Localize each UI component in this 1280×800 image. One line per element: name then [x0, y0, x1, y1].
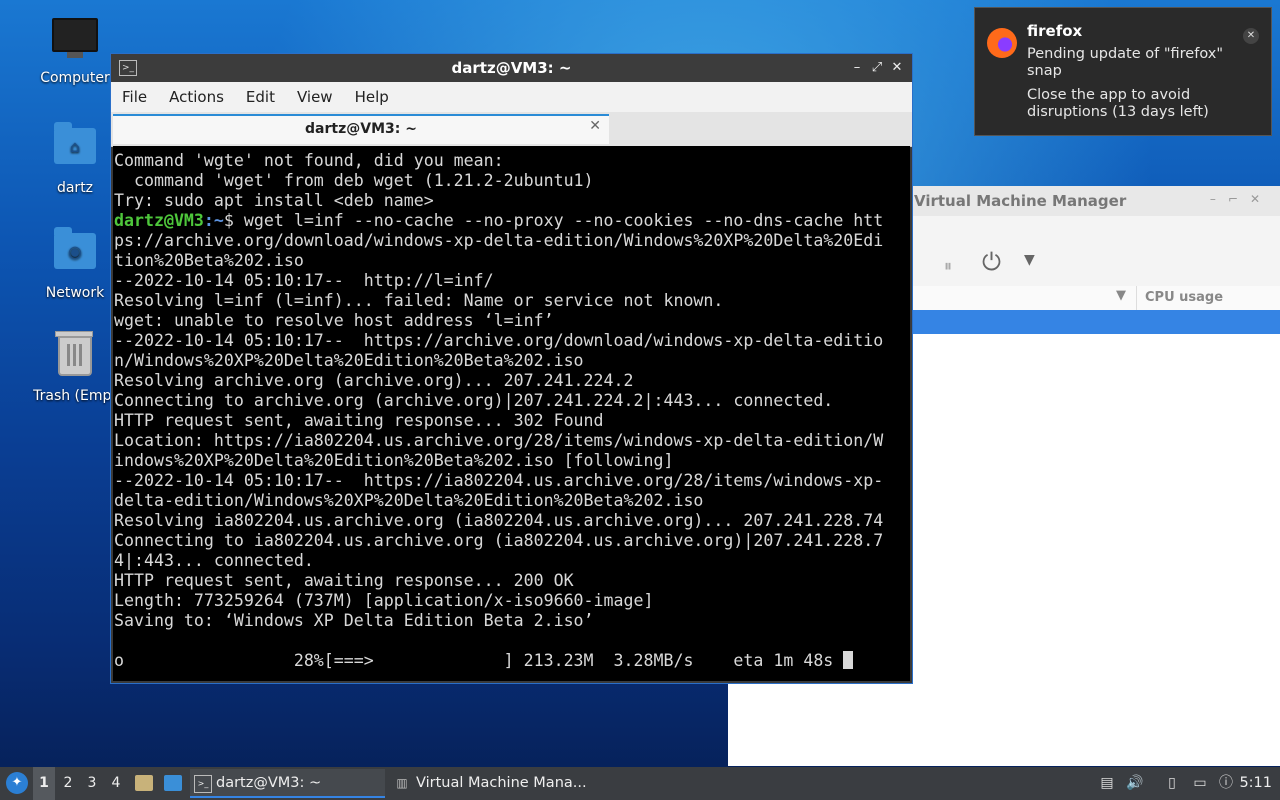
terminal-window[interactable]: >_ dartz@VM3: ~ – ⤢ ✕ File Actions Edit Vie… — [110, 53, 913, 684]
close-icon[interactable]: ✕ — [888, 59, 906, 77]
menu-view[interactable]: View — [286, 82, 344, 112]
menu-edit[interactable]: Edit — [235, 82, 286, 112]
vmm-window-controls[interactable]: –⌐✕ — [1210, 192, 1272, 206]
firefox-icon — [987, 28, 1017, 58]
workspace-1[interactable]: 1 — [33, 767, 55, 800]
terminal-line: --2022-10-14 05:10:17-- https://archive.… — [114, 331, 884, 350]
terminal-tab[interactable]: dartz@VM3: ~ ✕ — [113, 114, 609, 144]
menu-help[interactable]: Help — [344, 82, 400, 112]
terminal-line: Connecting to ia802204.us.archive.org (i… — [114, 531, 884, 550]
sort-chevron-icon[interactable]: ▼ — [1116, 288, 1126, 303]
terminal-line: HTTP request sent, awaiting response... … — [114, 411, 604, 430]
vmm-task-icon: ▥ — [396, 776, 408, 790]
terminal-line: Saving to: ‘Windows XP Delta Edition Bet… — [114, 611, 594, 630]
terminal-line: indows%20XP%20Delta%20Edition%20Beta%202… — [114, 451, 674, 470]
network-folder-icon: ◉ — [52, 227, 98, 279]
task-vmm[interactable]: ▥ Virtual Machine Mana... — [390, 769, 600, 798]
power-icon[interactable]: ⏻ — [982, 248, 1001, 276]
trash-icon — [52, 331, 98, 382]
tab-close-icon[interactable]: ✕ — [589, 118, 601, 134]
show-desktop-icon[interactable] — [164, 775, 182, 791]
terminal-line: --2022-10-14 05:10:17-- https://ia802204… — [114, 471, 884, 490]
terminal-line: n/Windows%20XP%20Delta%20Edition%20Beta%… — [114, 351, 584, 370]
workspace-3[interactable]: 3 — [81, 767, 103, 800]
prompt-command: $ wget l=inf --no-cache --no-proxy --no-… — [223, 211, 884, 230]
minimize-icon[interactable]: – — [848, 59, 866, 77]
prompt-user: dartz@VM3 — [114, 211, 204, 230]
terminal-line: Resolving archive.org (archive.org)... 2… — [114, 371, 634, 390]
home-folder-icon: ⌂ — [52, 122, 98, 174]
notification-title: firefox — [1027, 22, 1083, 40]
update-notifier-icon[interactable]: ⓘ — [1217, 774, 1235, 792]
terminal-line: Resolving l=inf (l=inf)... failed: Name … — [114, 291, 724, 310]
window-title: dartz@VM3: ~ — [451, 59, 572, 77]
task-label: dartz@VM3: ~ — [216, 775, 322, 791]
menu-actions[interactable]: Actions — [158, 82, 235, 112]
terminal-menubar: File Actions Edit View Help — [111, 82, 912, 112]
taskbar: ✦ 1 2 3 4 >_ dartz@VM3: ~ ▥ Virtual Mach… — [0, 767, 1280, 800]
terminal-line: Command 'wgte' not found, did you mean: — [114, 151, 504, 170]
terminal-line: command 'wget' from deb wget (1.21.2-2ub… — [114, 171, 594, 190]
tab-label: dartz@VM3: ~ — [305, 121, 417, 137]
close-icon[interactable]: ✕ — [1243, 28, 1259, 44]
terminal-line: Location: https://ia802204.us.archive.or… — [114, 431, 884, 450]
terminal-line: Resolving ia802204.us.archive.org (ia802… — [114, 511, 884, 530]
maximize-icon[interactable]: ⤢ — [868, 59, 886, 77]
terminal-text: Command 'wgte' not found, did you mean: … — [114, 151, 910, 671]
file-manager-icon[interactable] — [135, 775, 153, 791]
notification-popup[interactable]: firefox Pending update of "firefox" snap… — [974, 7, 1272, 136]
workspace-4[interactable]: 4 — [105, 767, 127, 800]
notification-body: Pending update of "firefox" snap — [1027, 46, 1224, 79]
clock[interactable]: 5:11 — [1239, 767, 1272, 800]
terminal-line: Length: 773259264 (737M) [application/x-… — [114, 591, 654, 610]
terminal-line: 4|:443... connected. — [114, 551, 314, 570]
terminal-line: HTTP request sent, awaiting response... … — [114, 571, 574, 590]
computer-icon — [52, 18, 98, 64]
workspace-2[interactable]: 2 — [57, 767, 79, 800]
cpu-usage-column[interactable]: CPU usage — [1136, 286, 1223, 310]
text-cursor — [843, 651, 854, 669]
clipboard-icon[interactable]: ▤ — [1098, 774, 1116, 792]
terminal-titlebar[interactable]: >_ dartz@VM3: ~ – ⤢ ✕ — [111, 54, 912, 82]
prompt-path: :~ — [203, 211, 224, 230]
network-icon[interactable]: ▭ — [1191, 774, 1209, 792]
notification-body-detail: Close the app to avoid disruptions (13 d… — [1027, 87, 1209, 120]
app-menu-icon[interactable]: ✦ — [6, 772, 28, 794]
terminal-line: wget: unable to resolve host address ‘l=… — [114, 311, 554, 330]
task-terminal[interactable]: >_ dartz@VM3: ~ — [190, 769, 385, 798]
task-label: Virtual Machine Mana... — [416, 775, 587, 791]
menu-file[interactable]: File — [111, 82, 158, 112]
terminal-line: Try: sudo apt install <deb name> — [114, 191, 434, 210]
terminal-line: ps://archive.org/download/windows-xp-del… — [114, 231, 884, 250]
pause-icon[interactable]: ⏸ — [944, 256, 952, 276]
terminal-line: Connecting to archive.org (archive.org)|… — [114, 391, 834, 410]
terminal-output[interactable]: Command 'wgte' not found, did you mean: … — [113, 146, 910, 681]
terminal-tabbar: dartz@VM3: ~ ✕ — [111, 112, 912, 147]
terminal-line: --2022-10-14 05:10:17-- http://l=inf/ — [114, 271, 494, 290]
volume-icon[interactable]: 🔊 — [1126, 774, 1144, 792]
chevron-down-icon[interactable]: ▼ — [1024, 252, 1035, 268]
terminal-task-icon: >_ — [194, 775, 212, 793]
terminal-line: tion%20Beta%202.iso — [114, 251, 304, 270]
terminal-line: dartz@VM3:~$ wget l=inf --no-cache --no-… — [114, 211, 910, 231]
notes-icon[interactable]: ▯ — [1163, 774, 1181, 792]
terminal-line: delta-edition/Windows%20XP%20Delta%20Edi… — [114, 491, 704, 510]
terminal-line: o 28%[===> ] 213.23M 3.28MB/s eta 1m 48s — [114, 651, 910, 671]
